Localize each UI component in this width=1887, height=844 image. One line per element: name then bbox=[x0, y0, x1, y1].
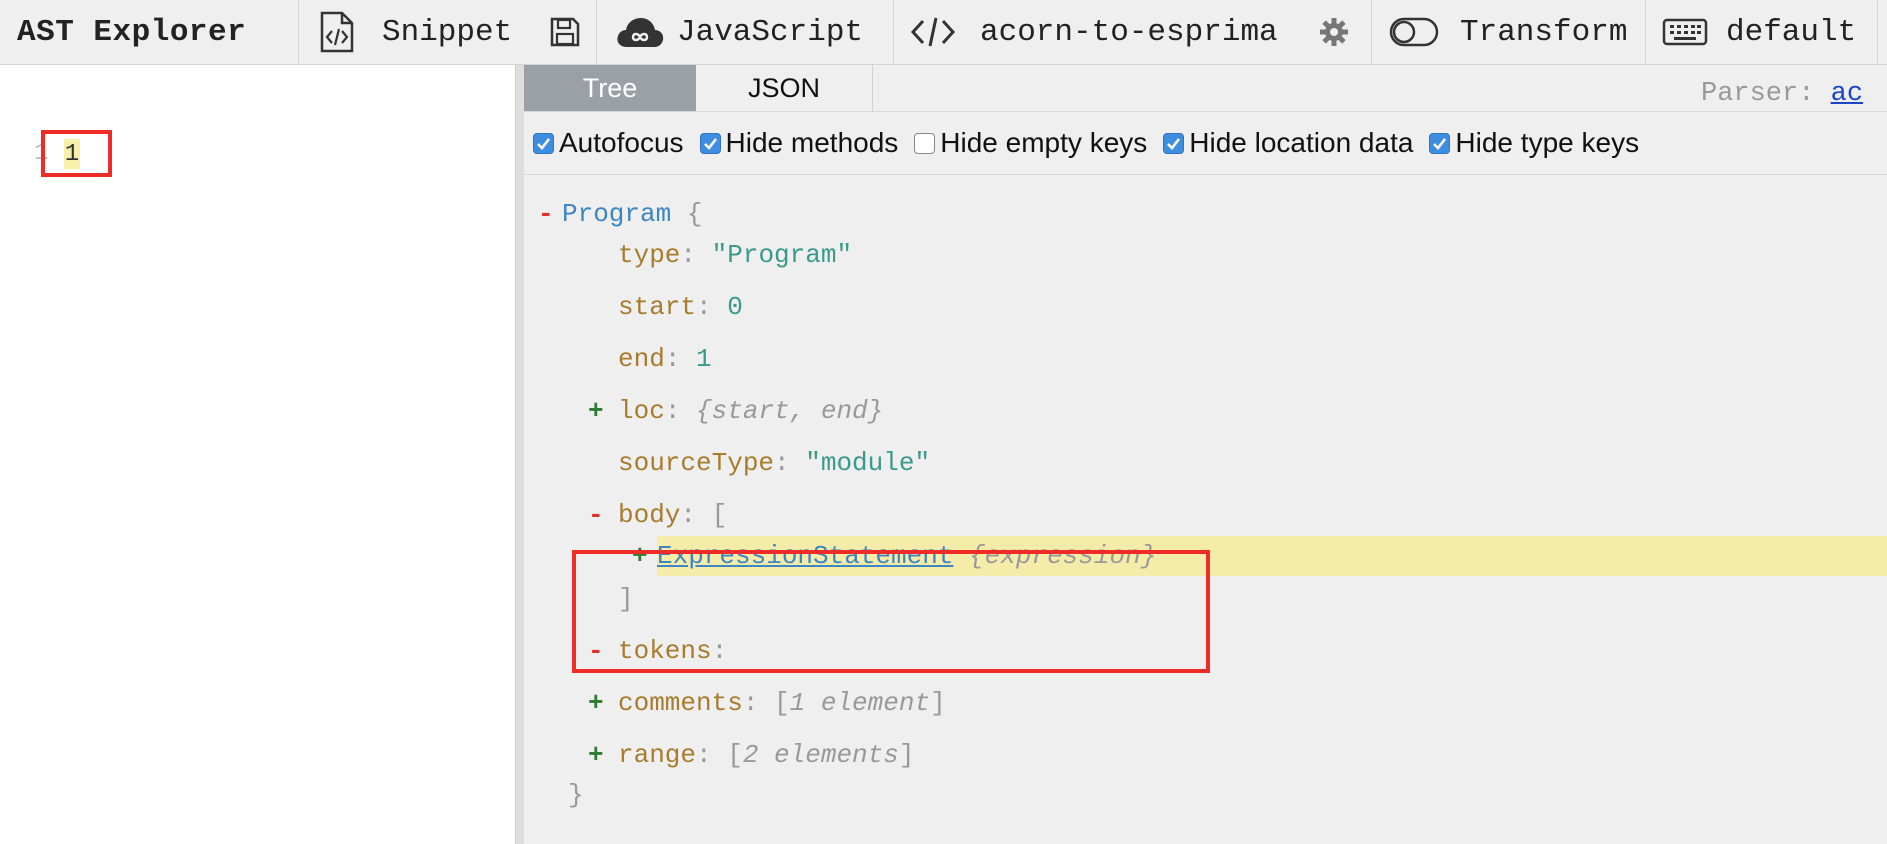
tree-property-type: type: "Program" bbox=[618, 240, 853, 270]
toolbar-divider bbox=[298, 0, 299, 64]
option-hide-methods[interactable]: Hide methods bbox=[699, 127, 899, 159]
open-brace: { bbox=[686, 199, 703, 229]
toolbar-divider bbox=[1877, 0, 1878, 64]
transform-label: Transform bbox=[1460, 14, 1628, 50]
tree-property-comments[interactable]: + comments: [1 element] bbox=[524, 683, 1887, 723]
language-label: JavaScript bbox=[677, 14, 864, 50]
property-value: "module" bbox=[805, 448, 931, 478]
option-label: Hide empty keys bbox=[940, 127, 1148, 158]
property-summary: 1 element bbox=[789, 688, 931, 718]
snippet-button[interactable]: Snippet bbox=[318, 0, 512, 64]
property-key: type bbox=[618, 240, 681, 270]
parser-info-label: Parser: bbox=[1701, 79, 1815, 109]
tab-json[interactable]: JSON bbox=[696, 65, 873, 111]
transform-toggle[interactable]: Transform bbox=[1389, 0, 1627, 64]
keymap-label: default bbox=[1726, 14, 1857, 50]
gear-icon bbox=[1319, 17, 1349, 47]
parser-label: acorn-to-esprima bbox=[980, 14, 1278, 50]
snippet-file-icon bbox=[318, 11, 356, 53]
toolbar-divider bbox=[1645, 0, 1646, 64]
option-label: Hide methods bbox=[725, 127, 899, 158]
node-name: Program bbox=[562, 199, 672, 229]
toggle-icon bbox=[1389, 17, 1439, 47]
property-key: body bbox=[618, 500, 681, 530]
tree-object-close: } bbox=[524, 775, 1887, 815]
toolbar-divider bbox=[1371, 0, 1372, 64]
keymap-button[interactable]: default bbox=[1662, 0, 1856, 64]
property-key: comments bbox=[618, 688, 743, 718]
checkbox-autofocus[interactable] bbox=[533, 132, 554, 154]
tree-property-source-type: sourceType: "module" bbox=[618, 448, 931, 478]
property-key: loc bbox=[618, 396, 665, 426]
property-key: end bbox=[618, 344, 665, 374]
output-tabbar: Tree JSON Parser: ac bbox=[524, 65, 1887, 112]
property-value: 1 bbox=[696, 344, 712, 374]
save-icon bbox=[550, 17, 580, 47]
option-hide-location-data[interactable]: Hide location data bbox=[1163, 127, 1413, 159]
checkbox-hide-location-data[interactable] bbox=[1163, 132, 1185, 154]
toolbar: AST Explorer Snippet JavaScript acorn-to… bbox=[0, 0, 1887, 65]
tree-property-start: start: 0 bbox=[618, 292, 743, 322]
property-key: range bbox=[618, 740, 697, 770]
language-button[interactable]: JavaScript bbox=[615, 0, 863, 64]
option-label: Autofocus bbox=[559, 127, 684, 158]
property-value: "Program" bbox=[711, 240, 853, 270]
expand-toggle[interactable]: + bbox=[588, 688, 618, 718]
toolbar-divider bbox=[596, 0, 597, 64]
parser-info: Parser: ac bbox=[1701, 79, 1863, 109]
keyboard-icon bbox=[1662, 17, 1708, 47]
highlight-box bbox=[572, 550, 1210, 673]
app-title-text: AST Explorer bbox=[17, 14, 247, 50]
property-summary: start, end bbox=[711, 396, 868, 426]
tab-tree[interactable]: Tree bbox=[524, 65, 696, 111]
checkbox-hide-methods[interactable] bbox=[699, 132, 721, 154]
option-hide-empty-keys[interactable]: Hide empty keys bbox=[914, 127, 1147, 159]
collapse-toggle[interactable]: - bbox=[538, 199, 562, 229]
property-key: start bbox=[618, 292, 697, 322]
option-label: Hide type keys bbox=[1455, 127, 1640, 158]
property-summary: 2 elements bbox=[742, 740, 899, 770]
option-hide-type-keys[interactable]: Hide type keys bbox=[1429, 127, 1639, 159]
tree-property-end: end: 1 bbox=[618, 344, 712, 374]
expand-toggle[interactable]: + bbox=[588, 740, 618, 770]
close-brace: } bbox=[568, 780, 584, 810]
tree-property-loc[interactable]: + loc: {start, end} bbox=[524, 391, 1887, 431]
code-icon bbox=[910, 15, 956, 49]
option-autofocus[interactable]: Autofocus bbox=[533, 127, 684, 159]
checkbox-hide-empty-keys[interactable] bbox=[914, 132, 936, 154]
expand-toggle[interactable]: + bbox=[588, 396, 618, 426]
parser-button[interactable]: acorn-to-esprima bbox=[910, 0, 1278, 64]
save-button[interactable] bbox=[550, 0, 580, 64]
checkbox-hide-type-keys[interactable] bbox=[1429, 132, 1451, 154]
parser-settings-button[interactable] bbox=[1319, 0, 1349, 64]
code-editor[interactable]: 1 1 bbox=[0, 65, 515, 844]
ast-tree: - Program { type: "Program" start: 0 end… bbox=[524, 175, 1887, 844]
tree-property-body[interactable]: - body: [ bbox=[524, 495, 1887, 535]
snippet-label: Snippet bbox=[382, 14, 513, 50]
option-label: Hide location data bbox=[1189, 127, 1414, 158]
parser-info-link[interactable]: ac bbox=[1831, 79, 1863, 109]
collapse-toggle[interactable]: - bbox=[588, 500, 618, 530]
highlight-box bbox=[41, 130, 112, 177]
tree-node-program[interactable]: - Program { bbox=[524, 194, 1887, 234]
tree-property-range[interactable]: + range: [2 elements] bbox=[524, 735, 1887, 775]
toolbar-divider bbox=[893, 0, 894, 64]
property-key: sourceType bbox=[618, 448, 775, 478]
tree-options: Autofocus Hide methods Hide empty keys H… bbox=[524, 112, 1887, 175]
property-value: 0 bbox=[727, 292, 743, 322]
cloud-icon bbox=[615, 15, 665, 49]
pane-splitter[interactable] bbox=[515, 65, 524, 844]
output-pane: Tree JSON Parser: ac Autofocus Hide meth… bbox=[524, 65, 1887, 844]
app-title: AST Explorer bbox=[17, 0, 246, 64]
